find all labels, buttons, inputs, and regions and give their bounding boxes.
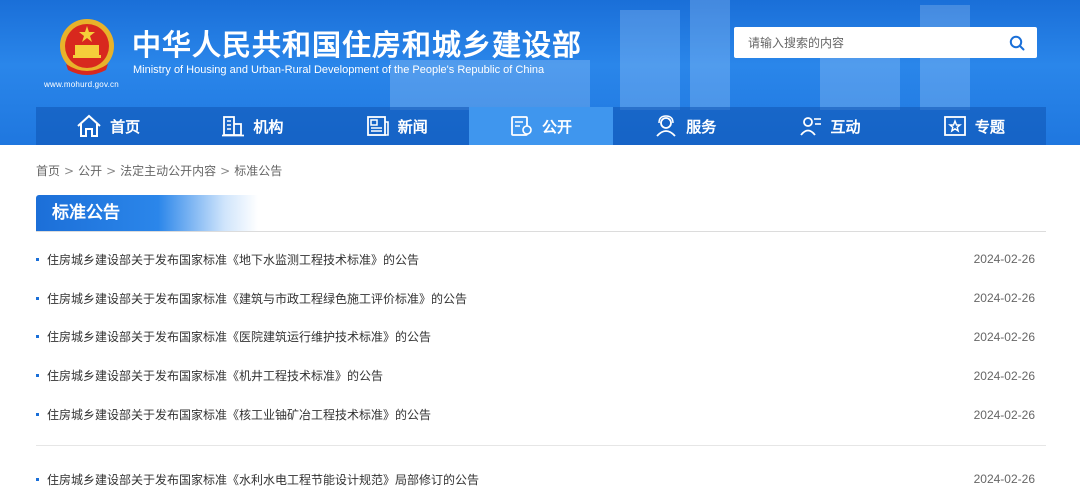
nav-item-topics[interactable]: 专题	[902, 107, 1046, 145]
list-item-link[interactable]: 住房城乡建设部关于发布国家标准《地下水监测工程技术标准》的公告	[47, 251, 1046, 268]
search-box	[734, 27, 1037, 58]
document-icon	[511, 116, 532, 136]
bullet-icon	[36, 296, 39, 300]
news-icon	[366, 116, 389, 136]
building-icon	[222, 116, 245, 137]
search-icon	[1009, 35, 1025, 50]
home-icon	[77, 114, 101, 137]
group-divider	[36, 444, 1046, 446]
breadcrumb-statutory-content[interactable]: 法定主动公开内容	[120, 162, 216, 179]
nav-label: 新闻	[397, 117, 428, 136]
list-item-date: 2024-02-26	[973, 252, 1035, 267]
bullet-icon	[36, 413, 39, 417]
breadcrumb-public[interactable]: 公开	[78, 162, 102, 179]
list-item: 住房城乡建设部关于发布国家标准《机井工程技术标准》的公告 2024-02-26	[36, 356, 1046, 395]
list-item: 住房城乡建设部关于发布国家标准《建筑与市政工程绿色施工评价标准》的公告 2024…	[36, 279, 1046, 318]
nav-item-home[interactable]: 首页	[36, 107, 180, 145]
section-title: 标准公告	[36, 195, 258, 231]
bullet-icon	[36, 477, 39, 481]
list-item: 住房城乡建设部关于发布国家标准《地下水监测工程技术标准》的公告 2024-02-…	[36, 240, 1046, 279]
site-header: www.mohurd.gov.cn 中华人民共和国住房和城乡建设部 Minist…	[0, 0, 1080, 145]
breadcrumb-home[interactable]: 首页	[36, 162, 60, 179]
list-item: 住房城乡建设部关于发布国家标准《核工业铀矿冶工程技术标准》的公告 2024-02…	[36, 395, 1046, 434]
list-item-link[interactable]: 住房城乡建设部关于发布国家标准《建筑与市政工程绿色施工评价标准》的公告	[47, 290, 1046, 307]
nav-item-public[interactable]: 公开	[468, 107, 614, 145]
breadcrumb: 首页 > 公开 > 法定主动公开内容 > 标准公告	[36, 162, 282, 179]
list-item-link[interactable]: 住房城乡建设部关于发布国家标准《医院建筑运行维护技术标准》的公告	[47, 328, 1046, 345]
nav-label: 服务	[686, 117, 717, 136]
nav-label: 公开	[541, 117, 572, 136]
bullet-icon	[36, 374, 39, 378]
list-item-date: 2024-02-26	[973, 291, 1035, 306]
service-icon	[656, 115, 676, 137]
site-url: www.mohurd.gov.cn	[44, 80, 119, 89]
list-item: 住房城乡建设部关于发布国家标准《医院建筑运行维护技术标准》的公告 2024-02…	[36, 318, 1046, 357]
breadcrumb-current[interactable]: 标准公告	[234, 162, 282, 179]
nav-label: 互动	[830, 117, 861, 136]
list-item-date: 2024-02-26	[973, 368, 1035, 383]
list-item-date: 2024-02-26	[973, 472, 1035, 487]
star-icon	[943, 116, 966, 136]
site-subtitle: Ministry of Housing and Urban-Rural Deve…	[133, 64, 545, 76]
breadcrumb-separator: >	[106, 163, 117, 178]
nav-label: 首页	[110, 117, 141, 136]
search-button[interactable]	[997, 27, 1037, 58]
list-item-date: 2024-02-26	[973, 407, 1035, 422]
nav-item-interaction[interactable]: 互动	[757, 107, 901, 145]
national-emblem-icon	[60, 19, 114, 75]
nav-item-service[interactable]: 服务	[613, 107, 757, 145]
breadcrumb-separator: >	[220, 163, 231, 178]
bullet-icon	[36, 335, 39, 339]
bullet-icon	[36, 257, 39, 261]
list-item-link[interactable]: 住房城乡建设部关于发布国家标准《机井工程技术标准》的公告	[47, 367, 1046, 384]
nav-item-institution[interactable]: 机构	[180, 107, 324, 145]
nav-label: 机构	[253, 117, 284, 136]
list-item-link[interactable]: 住房城乡建设部关于发布国家标准《核工业铀矿冶工程技术标准》的公告	[47, 406, 1046, 423]
list-item-date: 2024-02-26	[973, 329, 1035, 344]
search-input[interactable]	[734, 27, 997, 58]
interaction-icon	[799, 117, 821, 136]
breadcrumb-separator: >	[64, 163, 75, 178]
main-nav: 首页 机构 新闻 公开 服务 互动 专题	[36, 107, 1046, 145]
nav-item-news[interactable]: 新闻	[325, 107, 469, 145]
nav-label: 专题	[974, 117, 1005, 136]
announcement-list: 住房城乡建设部关于发布国家标准《地下水监测工程技术标准》的公告 2024-02-…	[36, 240, 1046, 499]
site-title[interactable]: 中华人民共和国住房和城乡建设部	[132, 22, 582, 64]
section-header: 标准公告	[36, 195, 1046, 232]
list-item-link[interactable]: 住房城乡建设部关于发布国家标准《水利水电工程节能设计规范》局部修订的公告	[47, 471, 1046, 488]
